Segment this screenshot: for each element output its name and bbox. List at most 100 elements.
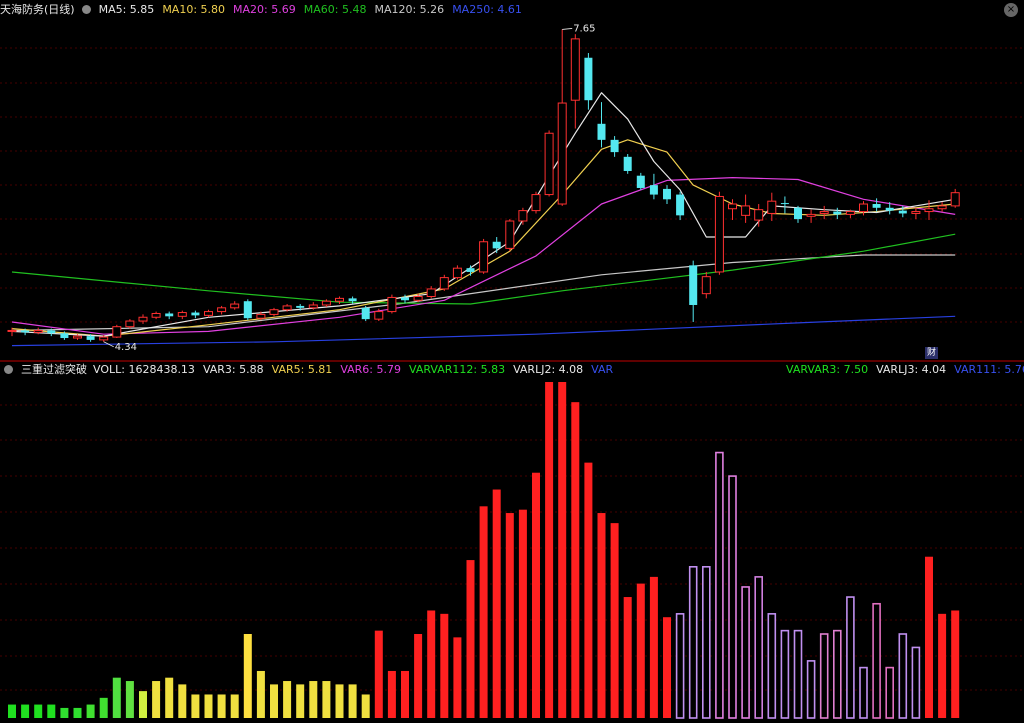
varlj2-value: VARLJ2: 4.08: [513, 363, 584, 376]
indicator-bar: [938, 613, 947, 718]
candle: [937, 202, 947, 212]
candle: [872, 198, 881, 212]
price-annotation-label: 4.34: [115, 342, 137, 353]
candle: [636, 172, 645, 190]
candle: [649, 173, 658, 200]
indicator-settings-dot-icon[interactable]: [4, 365, 13, 374]
indicator-bar: [597, 513, 606, 718]
indicator-bar: [793, 629, 803, 719]
indicator-bar: [715, 451, 724, 719]
candle: [112, 324, 122, 339]
indicator-bar: [401, 670, 409, 718]
indicator-bar: [309, 681, 318, 718]
indicator-bar: [112, 677, 121, 718]
candle: [689, 260, 698, 322]
indicator-title: 三重过滤突破: [21, 363, 87, 376]
candle: [911, 207, 921, 220]
indicator-bar: [584, 462, 593, 718]
indicator-bar: [270, 684, 278, 718]
indicator-bar: [191, 694, 200, 718]
candle: [806, 209, 816, 223]
candle: [531, 191, 541, 214]
indicator-bar: [427, 610, 436, 718]
indicator-bar: [86, 704, 95, 718]
ma10-value: MA10: 5.80: [162, 3, 226, 16]
candle: [833, 207, 842, 220]
ma250-value: MA250: 4.61: [452, 3, 522, 16]
indicator-bar: [728, 475, 737, 719]
indicator-bar: [479, 506, 488, 718]
indicator-bar: [846, 596, 855, 719]
var3-value: VAR3: 5.88: [202, 363, 264, 376]
indicator-bar: [872, 602, 881, 719]
candle: [597, 102, 606, 148]
indicator-bar: [21, 704, 30, 718]
candle: [426, 286, 436, 299]
candle: [544, 130, 554, 197]
candle: [191, 310, 200, 319]
indicator-bar: [754, 576, 764, 719]
indicator-bar: [361, 694, 370, 718]
indicator-bar: [741, 586, 750, 719]
indicator-bar: [859, 666, 868, 719]
finance-badge[interactable]: 财: [925, 347, 938, 359]
ma60-value: MA60: 5.48: [303, 3, 367, 16]
candle: [165, 311, 174, 320]
indicator-bar: [623, 597, 632, 718]
indicator-bar: [204, 694, 213, 718]
indicator-bar: [636, 583, 645, 718]
stock-title: 天海防务(日线): [0, 3, 75, 16]
indicator-bar: [99, 697, 108, 718]
indicator-bar: [532, 472, 540, 718]
indicator-bar: [230, 694, 239, 718]
candle: [269, 307, 279, 317]
varvar112-value: VARVAR112: 5.83: [409, 363, 506, 376]
candle: [623, 154, 632, 174]
indicator-bar: [925, 556, 933, 718]
var6-value: VAR6: 5.79: [340, 363, 401, 376]
candle: [701, 271, 711, 299]
candle: [714, 191, 724, 275]
indicator-bar: [47, 704, 56, 718]
indicator-bar: [283, 681, 292, 718]
varvar3-value: VARVAR3: 7.50: [786, 363, 869, 376]
indicator-header-right: VARVAR3: 7.50 VARLJ3: 4.04 VAR111: 5.76: [786, 360, 1024, 380]
var-truncated: VAR: [591, 363, 614, 376]
candle: [570, 34, 580, 129]
indicator-bar: [387, 670, 396, 718]
indicator-bar: [649, 576, 658, 718]
indicator-bar: [217, 694, 226, 718]
indicator-bar: [73, 707, 82, 718]
indicator-bar: [348, 684, 357, 718]
indicator-bar: [453, 637, 462, 718]
indicator-bar: [322, 681, 331, 718]
indicator-bar: [8, 704, 16, 718]
candle: [505, 219, 515, 252]
ma10-line: [11, 139, 956, 337]
close-icon[interactable]: ×: [1004, 3, 1018, 17]
indicator-bar: [518, 509, 527, 718]
candle: [741, 194, 751, 223]
candle: [387, 294, 397, 314]
indicator-bar: [701, 565, 711, 719]
settings-dot-icon[interactable]: [81, 5, 91, 14]
indicator-bar: [571, 402, 580, 718]
candle: [439, 274, 449, 291]
indicator-bar: [492, 489, 501, 718]
ma5-value: MA5: 5.85: [98, 3, 155, 16]
indicator-bar: [165, 677, 174, 718]
candle: [243, 299, 252, 321]
candle: [819, 205, 829, 220]
moving-average-lines: [11, 92, 956, 347]
ma20-value: MA20: 5.69: [233, 3, 296, 16]
indicator-bar: [806, 660, 816, 719]
indicator-bar: [545, 382, 554, 718]
var5-value: VAR5: 5.81: [271, 363, 333, 376]
indicator-bar: [60, 707, 69, 718]
candle: [780, 196, 789, 214]
candle: [177, 310, 187, 320]
indicator-bar: [610, 523, 619, 718]
indicator-bar: [911, 646, 921, 719]
indicator-bar: [885, 666, 895, 719]
indicator-bar: [466, 560, 475, 718]
